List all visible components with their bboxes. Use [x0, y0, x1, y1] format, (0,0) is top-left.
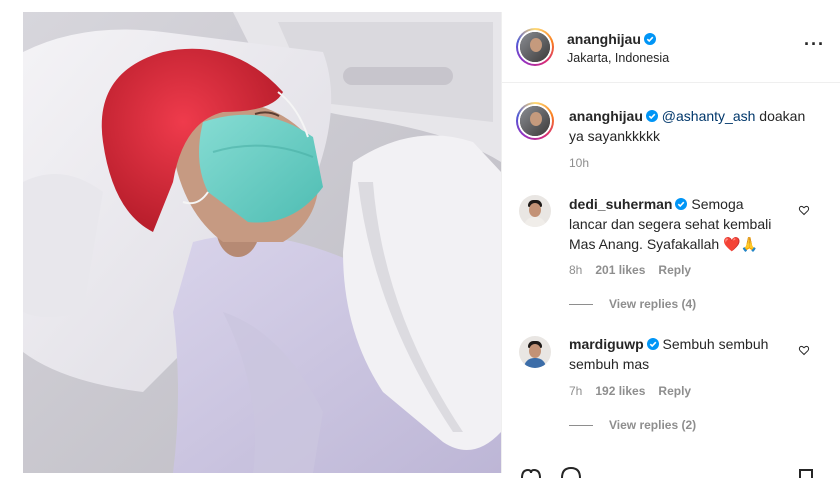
view-replies-button[interactable]: View replies (4)	[569, 297, 696, 311]
comment-line1: Sembuh sembuh	[658, 336, 769, 352]
reply-button[interactable]: Reply	[658, 384, 691, 398]
commenter-avatar[interactable]	[519, 195, 551, 227]
author-name-row: ananghijau	[567, 31, 656, 49]
verified-badge-icon	[646, 338, 659, 350]
view-replies-label: View replies (4)	[609, 297, 697, 311]
post-action-bar	[502, 464, 840, 478]
comment-likes[interactable]: 201 likes	[595, 263, 645, 277]
post-image[interactable]	[23, 12, 501, 473]
hospital-patient-photo	[23, 12, 501, 473]
author-avatar[interactable]	[516, 28, 554, 66]
comment-likes[interactable]: 192 likes	[595, 384, 645, 398]
comment-icon[interactable]	[560, 466, 582, 478]
view-replies-label: View replies (2)	[609, 418, 697, 432]
view-replies-button[interactable]: View replies (2)	[569, 418, 696, 432]
caption-time: 10h	[569, 156, 602, 170]
post-header: ananghijau Jakarta, Indonesia ···	[502, 12, 840, 83]
replies-divider	[569, 304, 593, 306]
caption-text: ananghijau @ashanty_ash doakan ya sayank…	[569, 106, 829, 146]
comment-meta: 7h 192 likes Reply	[569, 384, 704, 398]
comment-line2: lancar dan segera sehat kembali	[569, 216, 772, 232]
post-location[interactable]: Jakarta, Indonesia	[567, 51, 669, 65]
left-gutter	[0, 0, 23, 473]
comment-line1: Semoga	[687, 196, 744, 212]
comment-username[interactable]: dedi_suherman	[569, 196, 672, 212]
comment-line3: Mas Anang. Syafakallah ❤️🙏	[569, 236, 758, 252]
caption-username[interactable]: ananghijau	[569, 108, 643, 124]
comment-time: 7h	[569, 384, 583, 398]
caption-text-line2: ya sayankkkkk	[569, 128, 661, 144]
caption-mention[interactable]: @ashanty_ash	[662, 108, 756, 124]
commenter-avatar[interactable]	[519, 336, 551, 368]
heart-outline-icon[interactable]	[798, 344, 810, 356]
comment-username[interactable]: mardiguwp	[569, 336, 644, 352]
heart-outline-icon[interactable]	[798, 204, 810, 216]
verified-badge-icon	[645, 110, 658, 122]
reply-button[interactable]: Reply	[658, 263, 691, 277]
author-username[interactable]: ananghijau	[567, 31, 641, 47]
comment-text: dedi_suherman Semoga lancar dan segera s…	[569, 194, 804, 254]
more-options-icon[interactable]: ···	[804, 34, 824, 54]
caption-text-line1: doakan	[755, 108, 806, 124]
verified-badge-icon	[643, 33, 656, 45]
comment-meta: 8h 201 likes Reply	[569, 263, 704, 277]
replies-divider	[569, 425, 593, 427]
save-icon[interactable]	[798, 468, 814, 478]
like-icon[interactable]	[520, 468, 542, 478]
post-sidebar: ananghijau Jakarta, Indonesia ··· anangh…	[501, 12, 840, 478]
caption-avatar[interactable]	[516, 102, 554, 140]
caption-timestamp: 10h	[569, 156, 590, 170]
comment-line2: sembuh mas	[569, 356, 650, 372]
comment-time: 8h	[569, 263, 583, 277]
verified-badge-icon	[675, 198, 688, 210]
comment-text: mardiguwp Sembuh sembuh sembuh mas	[569, 334, 804, 374]
